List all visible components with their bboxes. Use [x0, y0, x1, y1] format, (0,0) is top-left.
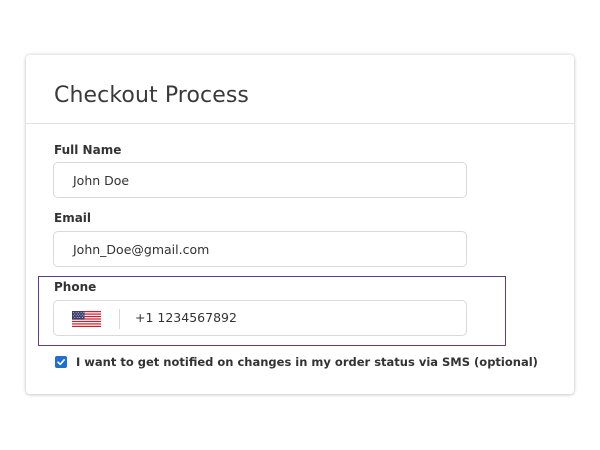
email-value: John_Doe@gmail.com	[73, 241, 210, 257]
phone-value: +1 1234567892	[135, 310, 237, 325]
phone-field[interactable]: +1 1234567892	[53, 300, 467, 336]
sms-opt-in-checkbox[interactable]	[55, 356, 67, 368]
phone-label: Phone	[54, 280, 97, 294]
full-name-label: Full Name	[54, 143, 122, 157]
sms-opt-in-label: I want to get notified on changes in my …	[76, 355, 538, 369]
sms-opt-in-row[interactable]: I want to get notified on changes in my …	[55, 355, 538, 369]
phone-divider	[119, 309, 120, 329]
checkout-card: Checkout Process Full Name John Doe Emai…	[26, 55, 574, 394]
checkmark-icon	[57, 359, 65, 366]
email-label: Email	[54, 211, 92, 225]
us-flag-icon[interactable]	[72, 311, 101, 327]
full-name-field[interactable]: John Doe	[53, 162, 467, 198]
card-header: Checkout Process	[26, 55, 574, 124]
page-title: Checkout Process	[54, 83, 249, 108]
email-field[interactable]: John_Doe@gmail.com	[53, 231, 467, 267]
full-name-value: John Doe	[73, 172, 130, 188]
